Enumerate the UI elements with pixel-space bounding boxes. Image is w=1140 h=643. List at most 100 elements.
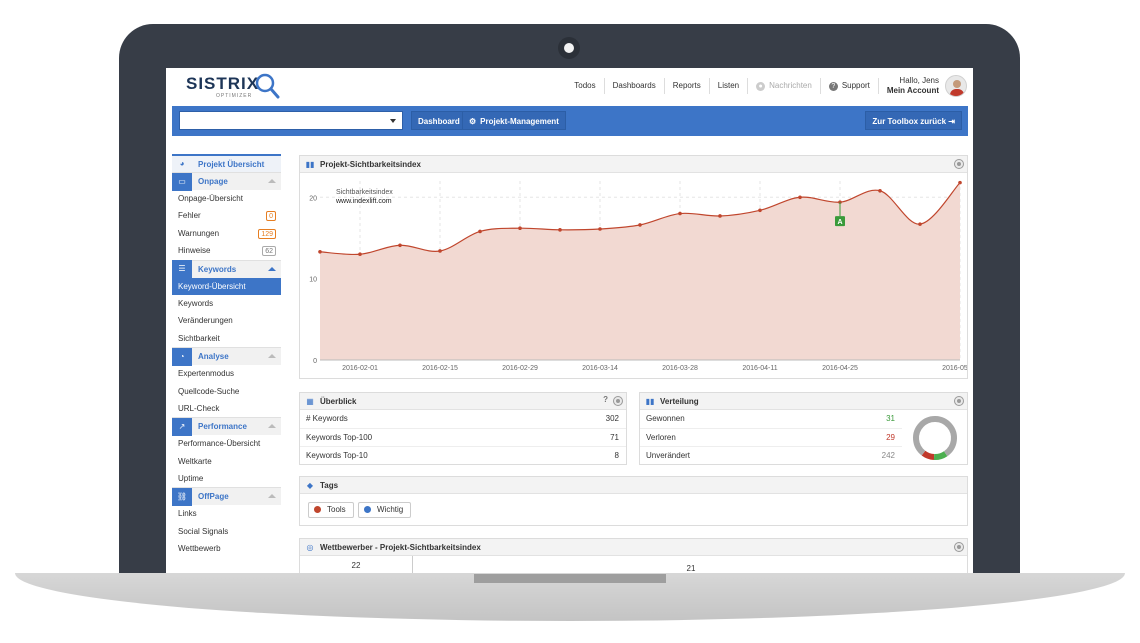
chevron-up-icon[interactable]	[268, 494, 276, 499]
chart-point[interactable]	[718, 214, 722, 218]
donut-segment[interactable]	[913, 416, 957, 457]
distribution-donut-chart[interactable]	[911, 414, 959, 462]
sidebar-item[interactable]: Uptime	[172, 470, 281, 487]
overview-row-label: # Keywords	[306, 414, 348, 423]
chart-point[interactable]	[478, 229, 482, 234]
overview-row[interactable]: Keywords Top-100 71	[300, 429, 626, 447]
nav-dashboards[interactable]: Dashboards	[605, 78, 665, 94]
distribution-panel: ▮▮ Verteilung Gewonnen 31 Verloren 29 Unve…	[639, 392, 968, 465]
chart-point[interactable]	[518, 226, 522, 230]
chart-point[interactable]	[438, 249, 442, 253]
tag-tools[interactable]: Tools	[308, 502, 354, 518]
distribution-row-won[interactable]: Gewonnen 31	[640, 410, 902, 429]
settings-gear-icon[interactable]	[955, 160, 963, 168]
distribution-row-unchanged[interactable]: Unverändert 242	[640, 447, 902, 466]
nav-todos[interactable]: Todos	[566, 78, 605, 94]
sidebar-item[interactable]: Links	[172, 505, 281, 522]
distribution-header: ▮▮ Verteilung	[640, 393, 967, 410]
sidebar-item[interactable]: Expertenmodus	[172, 365, 281, 382]
account-link[interactable]: Mein Account	[887, 86, 939, 96]
sidebar-section-title: Analyse	[198, 352, 229, 362]
settings-gear-icon[interactable]	[955, 397, 963, 405]
chevron-up-icon[interactable]	[268, 179, 276, 183]
chevron-up-icon[interactable]	[268, 354, 276, 359]
tag-color-dot	[364, 506, 371, 513]
overview-row[interactable]: # Keywords 302	[300, 410, 626, 429]
sidebar-item[interactable]: Onpage-Übersicht	[172, 190, 281, 207]
avatar[interactable]	[945, 75, 967, 97]
project-select[interactable]	[179, 111, 403, 130]
user-menu[interactable]: Hallo, Jens Mein Account	[879, 76, 945, 96]
chart-point[interactable]	[918, 222, 922, 226]
tag-wichtig[interactable]: Wichtig	[358, 502, 412, 518]
sidebar-item[interactable]: Keywords	[172, 295, 281, 312]
back-to-toolbox-label: Zur Toolbox zurück	[872, 117, 947, 126]
count-badge: 0	[266, 211, 276, 222]
help-icon[interactable]: ?	[603, 395, 608, 404]
sidebar-section-keywords[interactable]: ☰ Keywords	[172, 259, 281, 279]
chart-point[interactable]	[678, 211, 682, 216]
sidebar-item-label: Keywords	[178, 298, 214, 308]
tags-panel: ◆ Tags Tools Wichtig	[299, 476, 968, 526]
gear-icon: ⚙	[469, 117, 477, 126]
nav-support[interactable]: ? Support	[821, 78, 879, 94]
chart-point[interactable]	[358, 252, 362, 257]
donut-segment[interactable]	[921, 450, 935, 460]
chart-point[interactable]	[398, 243, 402, 248]
settings-gear-icon[interactable]	[614, 397, 622, 405]
tags-title: Tags	[320, 480, 339, 490]
sidebar-item[interactable]: URL-Check	[172, 400, 281, 417]
nav-listen[interactable]: Listen	[710, 78, 749, 94]
sidebar-item[interactable]: Fehler 0	[172, 207, 281, 224]
visibility-chart[interactable]: 0 10 20 2016-02-01 2016-02-15 2016-02-29 2016-…	[300, 173, 967, 378]
sidebar-item[interactable]: Wettbewerb	[172, 540, 281, 557]
x-tick-label: 2016-04-11	[742, 365, 777, 372]
sidebar-item-label: Uptime	[178, 474, 204, 484]
sidebar-project-overview[interactable]: ◕ Projekt Übersicht	[172, 154, 281, 172]
chart-point[interactable]	[958, 180, 962, 185]
project-management-label: Projekt-Management	[480, 117, 559, 126]
sidebar-item[interactable]: Hinweise 62	[172, 242, 281, 259]
chart-point[interactable]	[758, 208, 762, 213]
sidebar-item[interactable]: Social Signals	[172, 523, 281, 540]
distribution-row-lost[interactable]: Verloren 29	[640, 429, 902, 447]
overview-panel: ▦ Überblick ? # Keywords 302 Keywords Top…	[299, 392, 627, 465]
sidebar-section-offpage[interactable]: ⛓ OffPage	[172, 487, 281, 506]
chart-domain-label: www.indexlift.com	[335, 198, 392, 205]
sidebar-item[interactable]: Sichtbarkeit	[172, 330, 281, 347]
project-toolbar: Dashboard ⚙ Projekt-Management Zur Toolbo…	[172, 106, 968, 136]
sidebar-section-performance[interactable]: ↗ Performance	[172, 417, 281, 436]
dashboard-button[interactable]: Dashboard	[411, 111, 467, 130]
chart-point[interactable]	[878, 188, 882, 193]
sidebar-item-label: Onpage-Übersicht	[178, 194, 243, 203]
sidebar-item[interactable]: Keyword-Übersicht	[172, 277, 281, 295]
sidebar-item[interactable]: Veränderungen	[172, 312, 281, 329]
chevron-up-icon[interactable]	[268, 266, 276, 271]
nav-support-label: Support	[841, 81, 870, 90]
overview-row[interactable]: Keywords Top-10 8	[300, 447, 626, 466]
project-management-button[interactable]: ⚙ Projekt-Management	[462, 111, 566, 130]
sidebar-item[interactable]: Warnungen 129	[172, 225, 281, 242]
chart-point[interactable]	[598, 227, 602, 231]
caret-down-icon	[390, 119, 396, 123]
sidebar-item[interactable]: Quellcode-Suche	[172, 383, 281, 400]
sidebar-section-onpage[interactable]: ▭ Onpage	[172, 172, 281, 191]
sidebar-item-label: Warnungen	[178, 228, 220, 238]
x-tick-label: 2016-02-15	[422, 365, 458, 372]
chart-point[interactable]	[638, 223, 642, 227]
sidebar-item[interactable]: Performance-Übersicht	[172, 435, 281, 452]
sidebar-item[interactable]: Weltkarte	[172, 453, 281, 470]
donut-segment[interactable]	[933, 451, 948, 460]
chart-point[interactable]	[798, 195, 802, 200]
nav-reports[interactable]: Reports	[665, 78, 710, 94]
sidebar-section-analyse[interactable]: ◔ Analyse	[172, 347, 281, 366]
chart-point[interactable]	[318, 249, 322, 254]
trend-icon: ↗	[172, 417, 192, 436]
nav-nachrichten[interactable]: ● Nachrichten	[748, 78, 821, 94]
chart-point[interactable]	[558, 228, 562, 232]
sistrix-logo[interactable]: SISTRIX OPTIMIZER	[186, 72, 281, 100]
settings-gear-icon[interactable]	[955, 543, 963, 551]
back-to-toolbox-button[interactable]: Zur Toolbox zurück ⇥	[865, 111, 962, 130]
sidebar-item-label: Keyword-Übersicht	[178, 281, 246, 291]
chevron-up-icon[interactable]	[268, 424, 276, 429]
